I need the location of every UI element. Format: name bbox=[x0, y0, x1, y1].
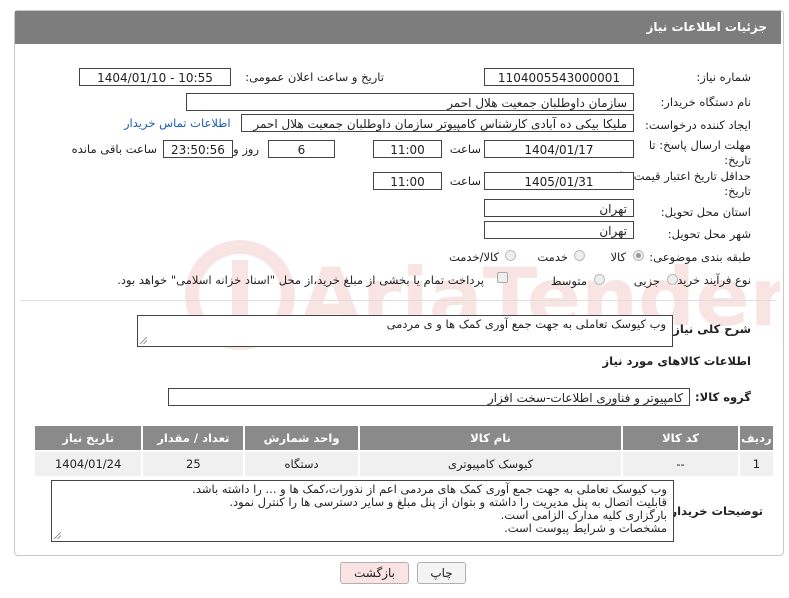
announce-label: تاریخ و ساعت اعلان عمومی: bbox=[245, 70, 384, 84]
cell-date: 1404/01/24 bbox=[35, 452, 142, 476]
goods-group-field: کامپیوتر و فناوری اطلاعات-سخت افزار bbox=[168, 388, 690, 406]
col-unit: واحد شمارش bbox=[245, 426, 358, 450]
process-label: نوع فرآیند خرید : bbox=[669, 273, 751, 287]
days-label: روز و bbox=[233, 142, 259, 156]
goods-table: ردیف کد کالا نام کالا واحد شمارش تعداد /… bbox=[33, 424, 775, 478]
print-button[interactable]: چاپ bbox=[417, 562, 466, 584]
cell-index: 1 bbox=[739, 452, 773, 476]
process-medium-radio[interactable] bbox=[594, 274, 605, 285]
city-label: شهر محل تحویل: bbox=[667, 227, 751, 241]
col-date: تاریخ نیاز bbox=[35, 426, 142, 450]
province-label: استان محل تحویل: bbox=[660, 205, 751, 219]
divider bbox=[20, 300, 776, 301]
province-field: تهران bbox=[484, 199, 634, 217]
remaining-time-field: 23:50:56 bbox=[163, 140, 233, 158]
back-button[interactable]: بازگشت bbox=[340, 562, 409, 584]
col-code: کد کالا bbox=[623, 426, 738, 450]
announce-field: 1404/01/10 - 10:55 bbox=[79, 68, 231, 86]
cell-name: کیوسک کامپیوتری bbox=[359, 452, 622, 476]
validity-time-label: ساعت bbox=[449, 174, 481, 188]
payment-note: پرداخت تمام یا بخشی از مبلغ خرید،از محل … bbox=[117, 273, 484, 287]
deadline-label: مهلت ارسال پاسخ: تا bbox=[648, 138, 751, 152]
panel-header: جزئیات اطلاعات نیاز bbox=[15, 11, 781, 44]
cell-qty: 25 bbox=[143, 452, 244, 476]
buyer-org-label: نام دستگاه خریدار: bbox=[660, 95, 751, 109]
city-field: تهران bbox=[484, 221, 634, 239]
need-number-field: 1104005543000001 bbox=[484, 68, 634, 86]
creator-label: ایجاد کننده درخواست: bbox=[645, 118, 751, 132]
buyer-org-field: سازمان داوطلبان جمعیت هلال احمر bbox=[186, 93, 634, 111]
buyer-notes-textarea[interactable]: وب کیوسک تعاملی به جهت جمع آوری کمک های … bbox=[51, 480, 674, 542]
cell-unit: دستگاه bbox=[245, 452, 358, 476]
col-name: نام کالا bbox=[359, 426, 622, 450]
col-qty: تعداد / مقدار bbox=[143, 426, 244, 450]
goods-table-header: ردیف کد کالا نام کالا واحد شمارش تعداد /… bbox=[35, 426, 773, 450]
category-both-radio[interactable] bbox=[505, 250, 516, 261]
validity-label: حداقل تاریخ اعتبار قیمت: تا bbox=[619, 169, 751, 183]
cell-code: -- bbox=[623, 452, 738, 476]
deadline-date-field: 1404/01/17 bbox=[484, 140, 634, 158]
treasury-checkbox[interactable] bbox=[497, 272, 508, 283]
category-service-label: خدمت bbox=[537, 250, 568, 264]
description-label: شرح کلی نیاز: bbox=[668, 322, 751, 336]
panel-title: جزئیات اطلاعات نیاز bbox=[646, 20, 767, 34]
need-number-label: شماره نیاز: bbox=[696, 70, 751, 84]
goods-section-title: اطلاعات کالاهای مورد نیاز bbox=[602, 354, 751, 368]
category-goods-label: کالا bbox=[610, 250, 626, 264]
buyer-notes-label: توضیحات خریدار: bbox=[665, 504, 763, 518]
deadline-label-date: تاریخ: bbox=[724, 153, 751, 167]
validity-time-field: 11:00 bbox=[373, 172, 442, 190]
validity-date-field: 1405/01/31 bbox=[484, 172, 634, 190]
remaining-label: ساعت باقی مانده bbox=[71, 142, 157, 156]
creator-field: ملیکا بیکی ده آبادی کارشناس کامپیوتر ساز… bbox=[241, 114, 634, 132]
description-textarea[interactable]: وب کیوسک تعاملی به جهت جمع آوری کمک ها و… bbox=[137, 315, 673, 347]
process-partial-radio[interactable] bbox=[667, 274, 678, 285]
process-medium-label: متوسط bbox=[550, 274, 587, 288]
goods-group-label: گروه کالا: bbox=[695, 390, 751, 404]
process-partial-label: جزیی bbox=[633, 274, 660, 288]
table-row: 1 -- کیوسک کامپیوتری دستگاه 25 1404/01/2… bbox=[35, 452, 773, 476]
category-label: طبقه بندی موضوعی: bbox=[649, 250, 751, 264]
col-index: ردیف bbox=[739, 426, 773, 450]
deadline-time-label: ساعت bbox=[449, 142, 481, 156]
days-field: 6 bbox=[268, 140, 335, 158]
category-service-radio[interactable] bbox=[574, 250, 585, 261]
category-goods-radio[interactable] bbox=[633, 250, 644, 261]
validity-label-date: تاریخ: bbox=[724, 184, 751, 198]
deadline-time-field: 11:00 bbox=[373, 140, 442, 158]
category-both-label: کالا/خدمت bbox=[448, 250, 499, 264]
buyer-contact-link[interactable]: اطلاعات تماس خریدار bbox=[124, 116, 231, 130]
